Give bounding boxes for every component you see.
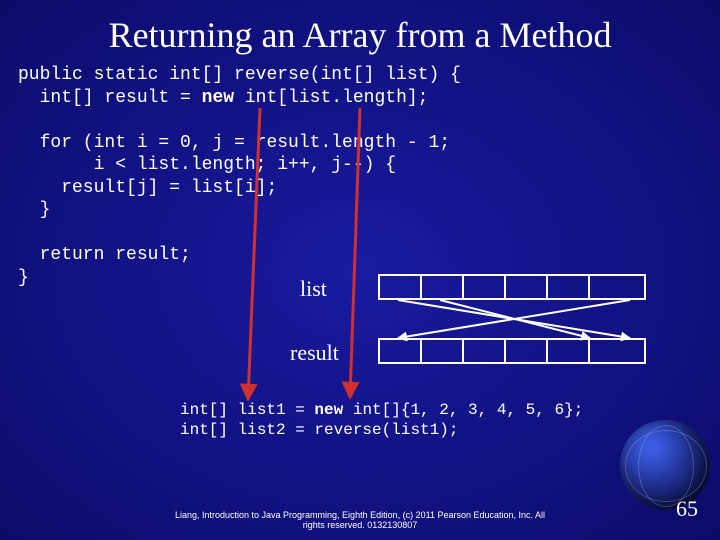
result-array (378, 338, 646, 364)
subcode-1c: int[]{1, 2, 3, 4, 5, 6}; (343, 401, 583, 419)
code-block: public static int[] reverse(int[] list) … (0, 56, 720, 289)
code-line-4: i < list.length; i++, j--) { (18, 155, 396, 175)
footer-line-2: rights reserved. 0132130807 (303, 520, 418, 530)
list-cell (420, 274, 464, 300)
list-cell (588, 274, 646, 300)
slide-title: Returning an Array from a Method (0, 0, 720, 56)
keyword-new-1: new (202, 88, 234, 108)
code-line-5: result[j] = list[i]; (18, 178, 277, 198)
list-cell (504, 274, 548, 300)
result-cell (546, 338, 590, 364)
footer: Liang, Introduction to Java Programming,… (0, 510, 720, 530)
list-cell (546, 274, 590, 300)
result-cell (420, 338, 464, 364)
code-line-7: return result; (18, 245, 191, 265)
list-array (378, 274, 646, 300)
code-line-3: for (int i = 0, j = result.length - 1; (18, 133, 450, 153)
code-line-8: } (18, 268, 29, 288)
result-cell (462, 338, 506, 364)
result-label: result (290, 340, 339, 366)
result-cell (378, 338, 422, 364)
subcode-2: int[] list2 = reverse(list1); (180, 421, 458, 439)
subcode-1a: int[] list1 = (180, 401, 314, 419)
list-cell (462, 274, 506, 300)
code-line-6: } (18, 200, 50, 220)
result-cell (504, 338, 548, 364)
code-line-2a: int[] result = (18, 88, 202, 108)
subcode-block: int[] list1 = new int[]{1, 2, 3, 4, 5, 6… (180, 400, 583, 440)
code-line-1: public static int[] reverse(int[] list) … (18, 65, 461, 85)
list-cell (378, 274, 422, 300)
page-number: 65 (676, 496, 698, 522)
code-line-2c: int[list.length]; (234, 88, 428, 108)
list-label: list (300, 276, 327, 302)
footer-line-1: Liang, Introduction to Java Programming,… (175, 510, 545, 520)
keyword-new-2: new (314, 401, 343, 419)
result-cell (588, 338, 646, 364)
slide: Returning an Array from a Method public … (0, 0, 720, 540)
